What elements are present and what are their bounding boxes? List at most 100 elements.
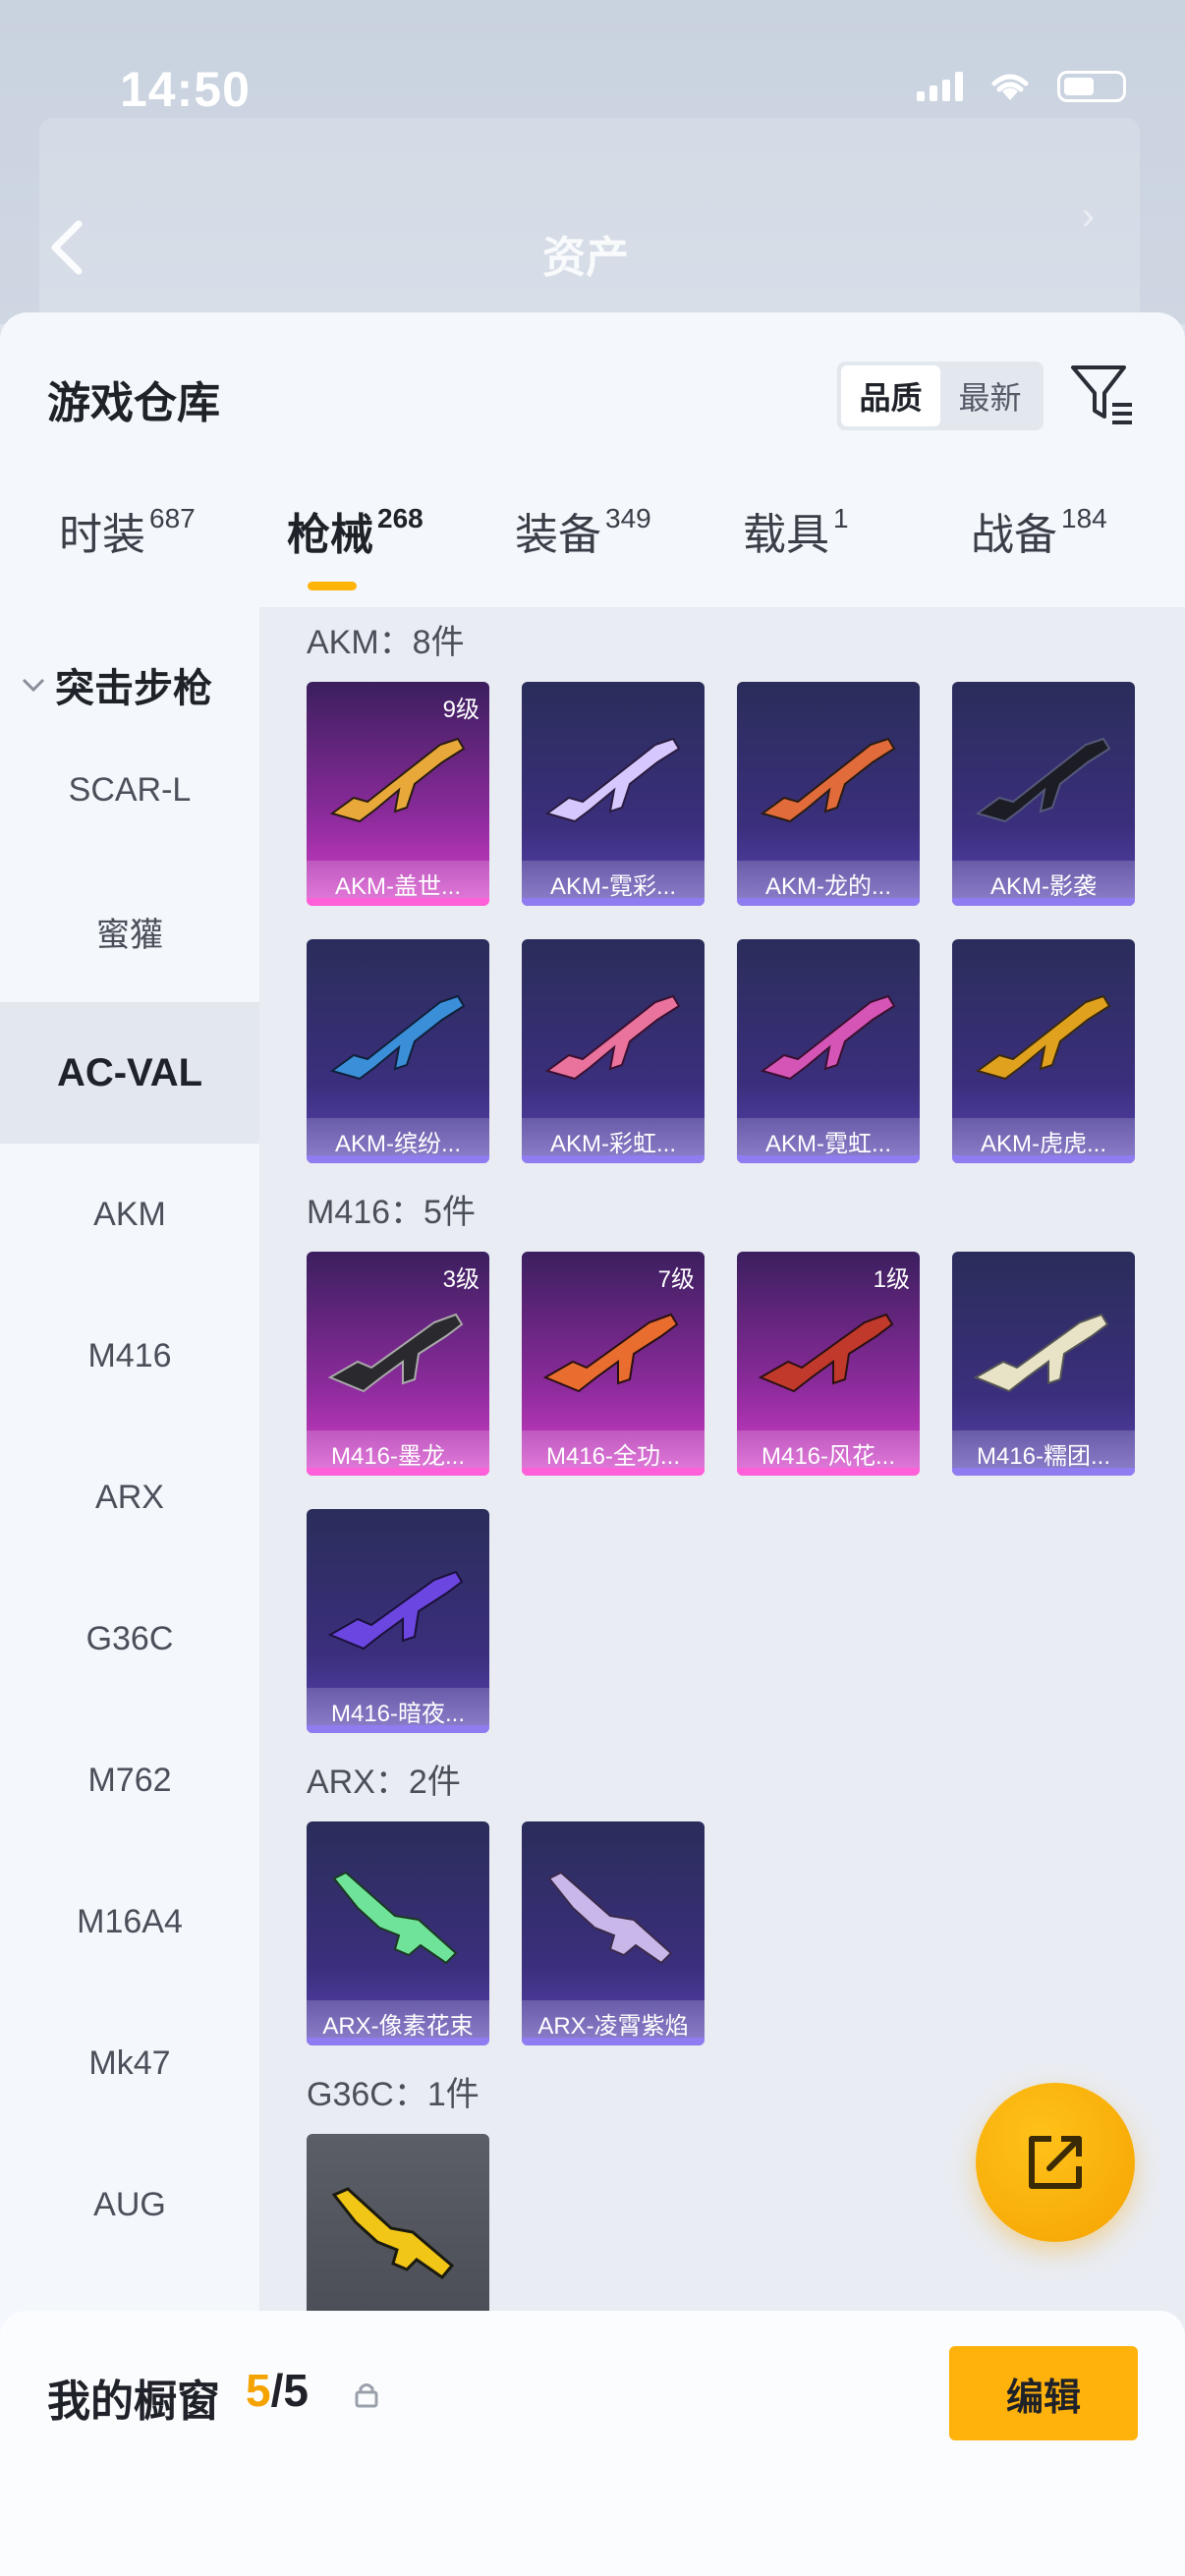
sidebar-group-label: 突击步枪 — [55, 667, 212, 710]
signal-icon — [917, 72, 963, 101]
rifle-icon — [975, 994, 1111, 1081]
weapon-sidebar: 突击步枪 SCAR-L 蜜獾 AC-VAL AKM M416 ARX G36C … — [0, 607, 259, 2576]
group-label-akm: AKM：8件 — [307, 624, 465, 661]
skin-card[interactable]: AKM-彩虹... — [522, 939, 705, 1163]
sort-toggle: 品质 最新 — [837, 362, 1044, 430]
sidebar-item-mk47[interactable]: Mk47 — [0, 1992, 259, 2134]
rarity-stripe — [522, 2038, 705, 2045]
skin-card[interactable]: M416-糯团... — [952, 1252, 1135, 1476]
rarity-stripe — [952, 1155, 1135, 1163]
sidebar-group-header[interactable]: 突击步枪 — [20, 656, 212, 713]
rifle-icon — [327, 1570, 464, 1651]
showcase-count: 5/5 — [246, 2365, 309, 2416]
skin-card[interactable]: AKM-霓彩... — [522, 682, 705, 906]
rifle-icon — [547, 1871, 673, 1965]
rarity-stripe — [952, 1468, 1135, 1476]
rarity-stripe — [307, 1155, 489, 1163]
rifle-icon — [329, 737, 466, 823]
edit-button[interactable]: 编辑 — [949, 2346, 1138, 2440]
rifle-icon — [544, 737, 681, 823]
filter-icon[interactable] — [1069, 360, 1136, 428]
status-icons — [917, 71, 1126, 102]
rifle-icon — [329, 994, 466, 1081]
rifle-icon — [331, 2187, 455, 2280]
rifle-icon — [760, 737, 896, 823]
rifle-icon — [758, 1313, 894, 1393]
lock-icon — [355, 2383, 378, 2408]
skin-card[interactable]: AKM-虎虎... — [952, 939, 1135, 1163]
tab-guns[interactable]: 枪械 268 — [287, 499, 423, 562]
active-tab-indicator — [308, 582, 357, 590]
group-label-m416: M416：5件 — [307, 1194, 476, 1231]
sort-quality-button[interactable]: 品质 — [841, 365, 940, 426]
sidebar-item-m416[interactable]: M416 — [0, 1285, 259, 1427]
rifle-icon — [327, 1313, 464, 1393]
skin-card[interactable]: AKM-缤纷... — [307, 939, 489, 1163]
rifle-icon — [760, 994, 896, 1081]
warehouse-sheet: 游戏仓库 品质 最新 时装 687 枪械 268 装备 349 载具 1 战备 184 突… — [0, 312, 1185, 2576]
tab-equipment[interactable]: 装备 349 — [515, 499, 651, 562]
skin-card[interactable]: AKM-影袭 — [952, 682, 1135, 906]
skin-card[interactable]: AKM-龙的... — [737, 682, 920, 906]
group-label-arx: ARX：2件 — [307, 1764, 461, 1801]
rarity-stripe — [737, 898, 920, 906]
skin-card[interactable]: ARX-像素花束 — [307, 1821, 489, 2045]
chevron-down-icon — [22, 678, 45, 693]
background-panel — [39, 118, 1140, 324]
rarity-stripe — [307, 2038, 489, 2045]
category-tabs: 时装 687 枪械 268 装备 349 载具 1 战备 184 — [0, 499, 1185, 597]
group-label-g36c: G36C：1件 — [307, 2076, 480, 2113]
sidebar-item-aug[interactable]: AUG — [0, 2134, 259, 2275]
skin-card[interactable]: 3级 M416-墨龙... — [307, 1252, 489, 1476]
showcase-label: 我的橱窗 — [47, 2378, 220, 2426]
rarity-stripe — [737, 1468, 920, 1476]
sidebar-item-honey-badger[interactable]: 蜜獾 — [0, 861, 259, 1002]
external-link-icon — [1029, 2136, 1082, 2189]
background-page: 14:50 资产 › — [0, 0, 1185, 324]
wifi-icon — [991, 74, 1029, 100]
tab-gear[interactable]: 战备 184 — [971, 499, 1107, 562]
rifle-icon — [544, 994, 681, 1081]
rifle-icon — [973, 1313, 1109, 1393]
sort-latest-button[interactable]: 最新 — [940, 365, 1040, 426]
skin-card[interactable]: 9级 AKM-盖世... — [307, 682, 489, 906]
rarity-stripe — [307, 898, 489, 906]
rifle-icon — [975, 737, 1111, 823]
rarity-stripe — [737, 1155, 920, 1163]
level-badge: 1级 — [873, 1266, 910, 1293]
sidebar-item-m762[interactable]: M762 — [0, 1709, 259, 1851]
skin-card[interactable]: 1级 M416-风花... — [737, 1252, 920, 1476]
chevron-right-icon: › — [1081, 195, 1095, 238]
rifle-icon — [542, 1313, 679, 1393]
sidebar-item-ac-val[interactable]: AC-VAL — [0, 1002, 259, 1144]
sidebar-item-scar-l[interactable]: SCAR-L — [0, 719, 259, 861]
weapon-grid: AKM：8件 M416：5件 ARX：2件 G36C：1件 9级 AKM-盖世.… — [259, 607, 1185, 2576]
status-time: 14:50 — [120, 62, 251, 117]
tab-fashion[interactable]: 时装 687 — [59, 499, 196, 562]
page-title: 资产 — [542, 234, 629, 282]
skin-card[interactable]: M416-暗夜... — [307, 1509, 489, 1733]
share-button[interactable] — [976, 2083, 1135, 2242]
showcase-bar: 我的橱窗 5/5 编辑 — [0, 2311, 1185, 2576]
rarity-stripe — [307, 1725, 489, 1733]
rifle-icon — [332, 1871, 458, 1965]
rarity-stripe — [307, 1468, 489, 1476]
sidebar-item-akm[interactable]: AKM — [0, 1144, 259, 1285]
skin-card[interactable]: ARX-凌霄紫焰 — [522, 1821, 705, 2045]
skin-card[interactable]: 7级 M416-全功... — [522, 1252, 705, 1476]
level-badge: 7级 — [657, 1266, 695, 1293]
rarity-stripe — [522, 1155, 705, 1163]
back-arrow-icon[interactable] — [45, 218, 88, 277]
rarity-stripe — [522, 1468, 705, 1476]
sidebar-item-arx[interactable]: ARX — [0, 1427, 259, 1568]
skin-card[interactable] — [307, 2134, 489, 2311]
level-badge: 3级 — [442, 1266, 480, 1293]
skin-card[interactable]: AKM-霓虹... — [737, 939, 920, 1163]
rarity-stripe — [522, 898, 705, 906]
sidebar-item-m16a4[interactable]: M16A4 — [0, 1851, 259, 1992]
rarity-stripe — [952, 898, 1135, 906]
tab-vehicles[interactable]: 载具 1 — [743, 499, 849, 562]
sidebar-item-g36c[interactable]: G36C — [0, 1568, 259, 1709]
level-badge: 9级 — [442, 697, 480, 723]
warehouse-title: 游戏仓库 — [47, 379, 220, 427]
